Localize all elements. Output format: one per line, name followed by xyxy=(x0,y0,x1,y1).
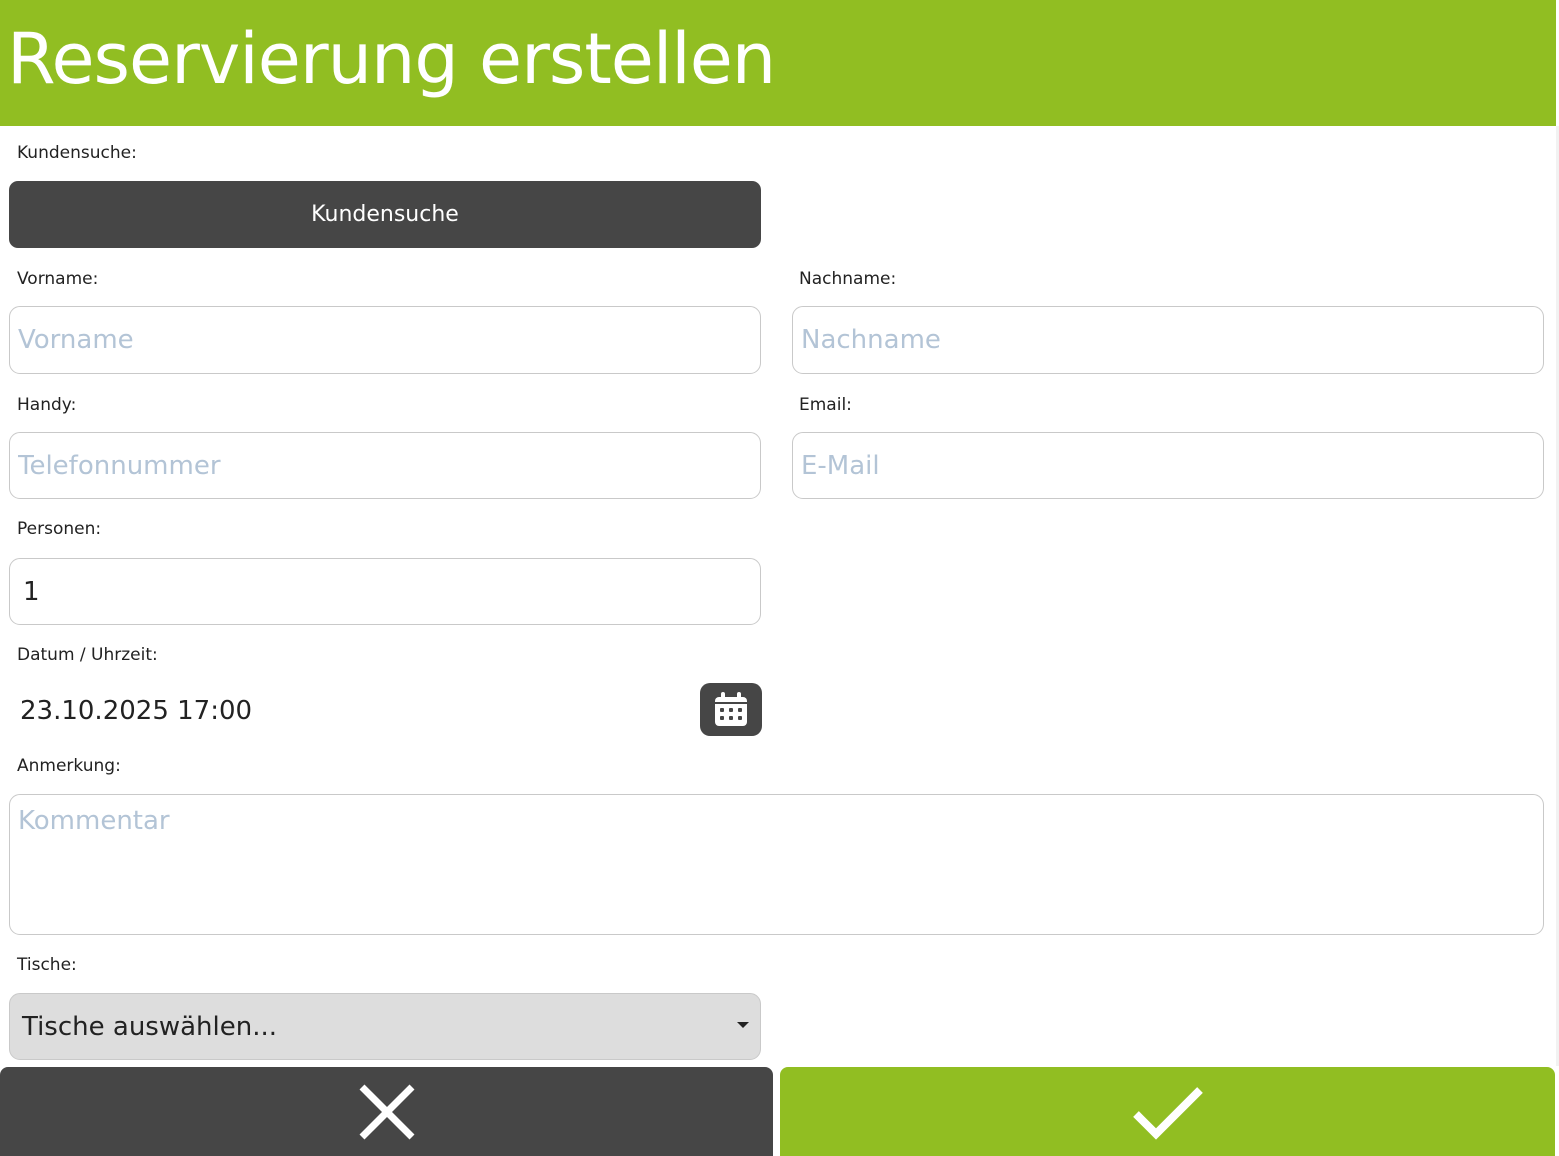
email-input[interactable] xyxy=(792,432,1544,499)
header-bar: Reservierung erstellen xyxy=(0,0,1556,126)
note-label: Anmerkung: xyxy=(17,756,121,776)
checkmark-icon xyxy=(1132,1086,1203,1140)
phone-input[interactable] xyxy=(9,432,761,499)
persons-input[interactable] xyxy=(9,558,761,625)
tables-select[interactable]: Tische auswählen... xyxy=(9,993,761,1060)
tables-label: Tische: xyxy=(17,955,77,975)
page-title: Reservierung erstellen xyxy=(7,18,776,100)
mobile-label: Handy: xyxy=(17,395,77,415)
last-name-input[interactable] xyxy=(792,306,1544,374)
comment-textarea[interactable] xyxy=(9,794,1544,935)
caret-down-icon xyxy=(737,1022,749,1028)
first-name-label: Vorname: xyxy=(17,269,99,289)
close-icon xyxy=(359,1084,414,1139)
calendar-icon xyxy=(715,691,747,726)
confirm-button[interactable] xyxy=(780,1067,1555,1156)
last-name-label: Nachname: xyxy=(799,269,897,289)
datetime-label: Datum / Uhrzeit: xyxy=(17,645,158,665)
first-name-input[interactable] xyxy=(9,306,761,374)
tables-select-value: Tische auswählen... xyxy=(22,1011,278,1042)
customer-search-button[interactable]: Kundensuche xyxy=(9,181,761,248)
cancel-button[interactable] xyxy=(0,1067,773,1156)
persons-label: Personen: xyxy=(17,519,102,539)
reservation-form-page: Reservierung erstellen Kundensuche: Kund… xyxy=(0,0,1559,1156)
customer-search-label: Kundensuche: xyxy=(17,143,137,163)
datetime-value[interactable]: 23.10.2025 17:00 xyxy=(20,694,252,728)
email-label: Email: xyxy=(799,395,852,415)
calendar-button[interactable] xyxy=(700,683,762,736)
